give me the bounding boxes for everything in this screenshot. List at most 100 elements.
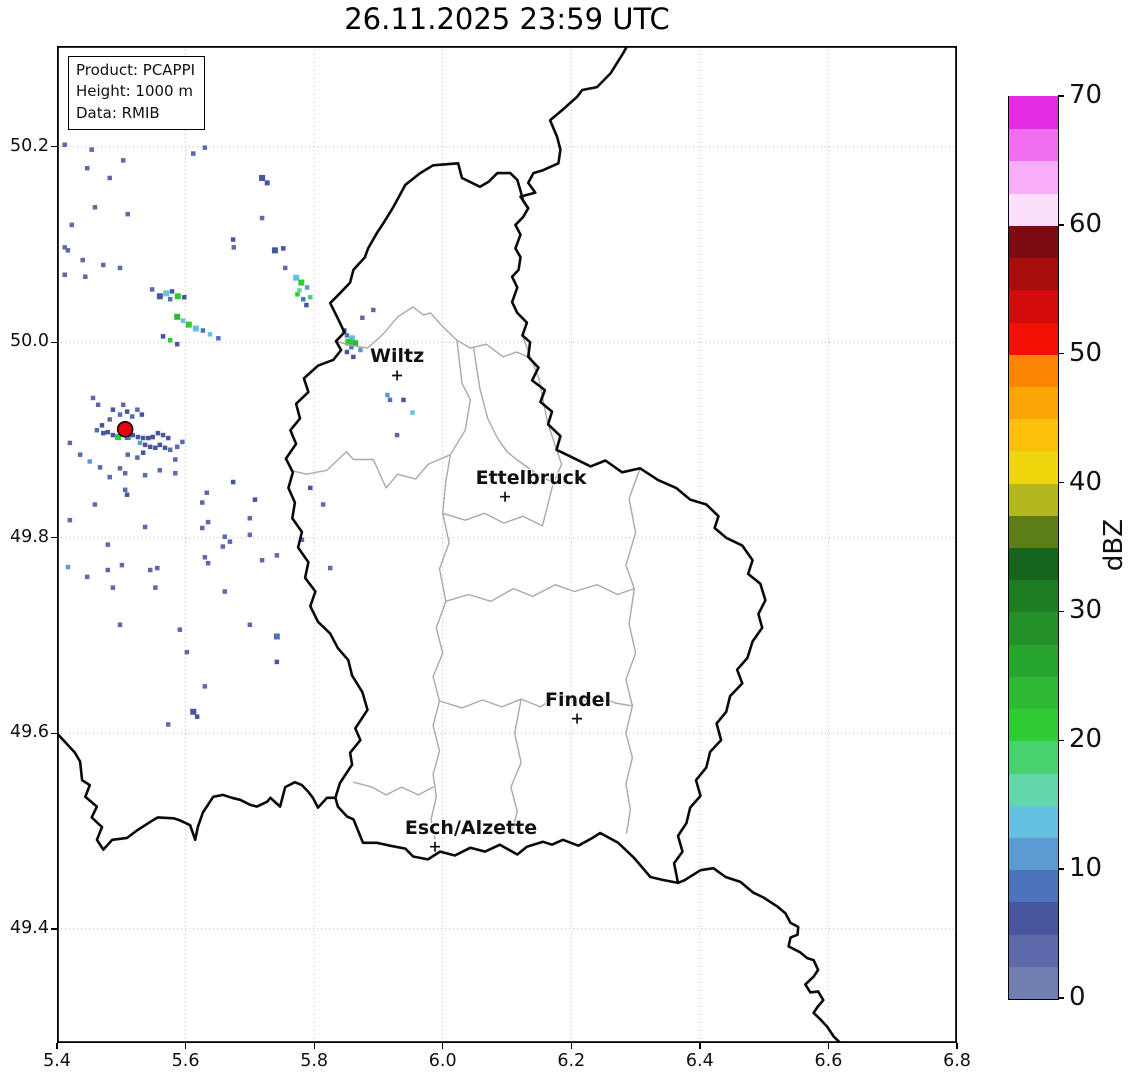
info-product: Product: PCAPPI xyxy=(76,61,196,79)
radar-echo-pixel xyxy=(401,397,406,403)
canton-border xyxy=(625,467,641,834)
radar-echo-pixel xyxy=(358,347,363,353)
colorbar-segment xyxy=(1009,578,1058,613)
radar-echo-pixel xyxy=(90,395,96,401)
radar-echo-pixel xyxy=(147,567,153,573)
colorbar-segment xyxy=(1009,836,1058,871)
radar-echo-pixel xyxy=(167,447,173,453)
radar-echo-pixel xyxy=(173,470,178,476)
radar-site-dot xyxy=(116,420,134,438)
radar-echo-pixel xyxy=(97,465,103,470)
radar-echo-pixel xyxy=(184,649,190,655)
colorbar-tick-label: 40 xyxy=(1069,466,1103,497)
city-marker-plus xyxy=(392,370,403,381)
radar-echo-pixel xyxy=(140,435,146,441)
radar-echo-pixel xyxy=(304,285,310,290)
radar-echo-pixel xyxy=(135,455,140,460)
colorbar-segment xyxy=(1009,482,1058,516)
radar-echo-pixel xyxy=(95,402,101,408)
radar-echo-pixel xyxy=(207,332,213,337)
radar-echo-pixel xyxy=(247,515,253,521)
radar-echo-pixel xyxy=(293,274,300,281)
colorbar-segment xyxy=(1009,450,1058,484)
radar-echo-pixel xyxy=(105,542,111,547)
radar-map-canvas xyxy=(57,46,957,1043)
y-tick-mark xyxy=(51,928,57,930)
radar-echo-pixel xyxy=(231,245,237,250)
radar-echo-pixel xyxy=(80,257,85,263)
radar-echo-pixel xyxy=(62,272,67,278)
radar-echo-pixel xyxy=(67,440,73,446)
radar-echo-pixel xyxy=(192,325,199,332)
radar-echo-pixel xyxy=(142,442,148,448)
colorbar-segment xyxy=(1009,643,1058,677)
x-tick-label: 6.2 xyxy=(557,1051,586,1071)
country-border xyxy=(676,866,842,1043)
radar-echo-pixel xyxy=(387,397,393,403)
radar-echo-pixel xyxy=(327,565,333,571)
radar-echo-pixel xyxy=(371,307,376,313)
radar-echo-pixel xyxy=(107,417,112,422)
radar-echo-pixel xyxy=(191,151,196,156)
radar-echo-pixel xyxy=(120,158,126,163)
axes-frame xyxy=(57,46,957,1043)
x-tick-label: 5.6 xyxy=(171,1051,200,1071)
info-data: Data: RMIB xyxy=(76,103,160,122)
colorbar-segment xyxy=(1009,385,1058,420)
radar-echo-pixel xyxy=(107,474,112,480)
radar-echo-pixel xyxy=(259,557,265,563)
radar-echo-pixel xyxy=(259,215,265,221)
y-tick-label: 50.2 xyxy=(10,135,49,156)
radar-echo-pixel xyxy=(180,318,186,323)
city-label-eschalzette: Esch/Alzette xyxy=(404,816,538,839)
radar-echo-pixel xyxy=(163,290,170,297)
canton-border xyxy=(442,482,554,527)
radar-echo-pixel xyxy=(89,147,94,152)
radar-echo-pixel xyxy=(117,466,123,471)
radar-echo-pixel xyxy=(99,423,105,428)
radar-echo-pixel xyxy=(222,589,228,594)
x-tick-label: 6.4 xyxy=(685,1051,714,1071)
radar-echo-pixel xyxy=(153,585,158,590)
radar-echo-pixel xyxy=(281,246,286,251)
colorbar-unit-label: dBZ xyxy=(1099,518,1129,572)
y-tick-mark xyxy=(51,537,57,539)
colorbar-segment xyxy=(1009,675,1058,710)
radar-echo-pixel xyxy=(308,485,313,491)
radar-echo-pixel xyxy=(304,302,309,308)
radar-echo-pixel xyxy=(87,459,93,464)
radar-echo-pixel xyxy=(274,659,280,665)
colorbar-segment xyxy=(1009,353,1058,387)
radar-echo-pixel xyxy=(200,525,205,531)
colorbar-tick-label: 70 xyxy=(1069,80,1103,110)
colorbar-segment xyxy=(1009,965,1058,999)
figure-title: 26.11.2025 23:59 UTC xyxy=(344,2,670,36)
radar-echo-pixel xyxy=(140,450,146,455)
colorbar-tick-label: 60 xyxy=(1069,208,1103,239)
x-tick-label: 6.0 xyxy=(428,1051,457,1071)
radar-echo-pixel xyxy=(62,142,67,147)
x-tick-mark xyxy=(442,1043,444,1049)
radar-echo-pixel xyxy=(157,442,163,448)
x-tick-label: 5.8 xyxy=(300,1051,329,1071)
radar-echo-pixel xyxy=(394,432,400,438)
colorbar-segment xyxy=(1009,739,1058,774)
canton-border xyxy=(352,781,434,796)
colorbar-tick-mark xyxy=(1058,739,1064,742)
colorbar-segment xyxy=(1009,933,1058,967)
radar-echo-pixel xyxy=(117,412,123,417)
y-tick-label: 50.0 xyxy=(10,331,49,352)
radar-echo-pixel xyxy=(200,328,206,333)
radar-echo-pixel xyxy=(84,574,90,580)
colorbar-tick-label: 0 xyxy=(1069,982,1086,1012)
radar-echo-pixel xyxy=(259,174,266,181)
x-tick-mark xyxy=(827,1043,830,1049)
radar-echo-pixel xyxy=(105,567,111,573)
radar-figure: 26.11.2025 23:59 UTC Product: PCAPPI Hei… xyxy=(0,0,1145,1084)
radar-echo-pixel xyxy=(77,452,83,457)
colorbar-segment xyxy=(1009,288,1058,323)
city-marker-plus xyxy=(500,491,511,502)
map-plot-area: Product: PCAPPI Height: 1000 m Data: RMI… xyxy=(57,46,957,1043)
radar-echo-pixel xyxy=(194,714,200,719)
radar-echo-pixel xyxy=(147,444,153,450)
